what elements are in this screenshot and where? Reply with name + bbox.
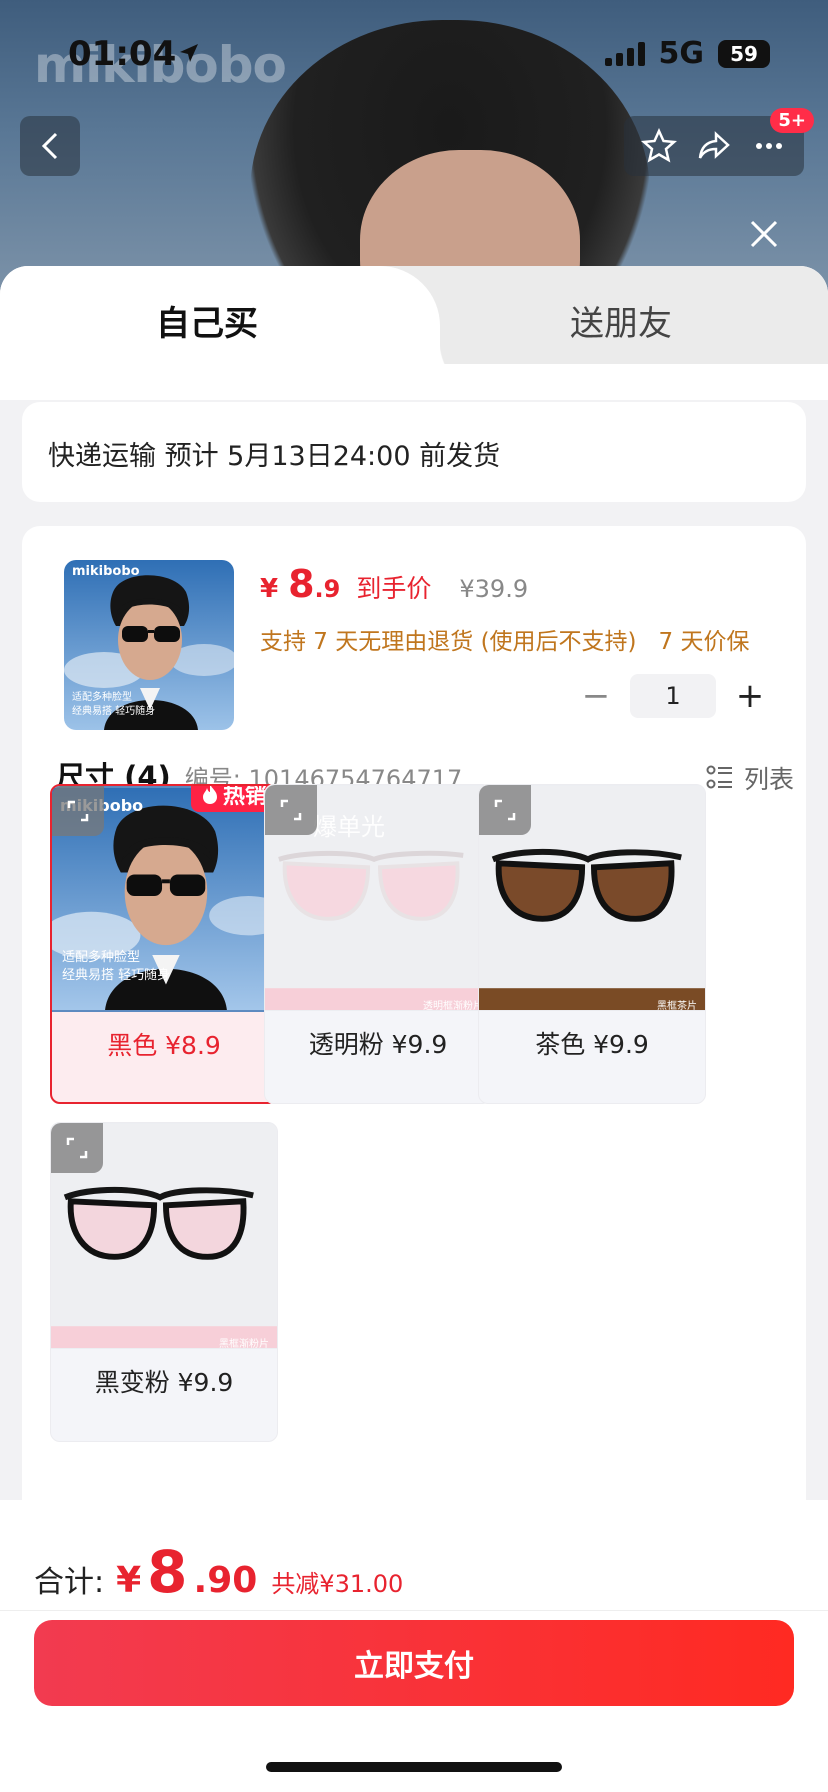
shipping-info: 快递运输 预计 5月13日24:00 前发货 [48,441,501,472]
message-count-badge: 5+ [770,108,814,133]
total-decimal: .90 [193,1560,258,1601]
price-protection: 7 天价保 [658,629,750,655]
total-row: 合计: ¥ 8 .90 共减¥31.00 [34,1538,403,1606]
location-arrow-icon [180,44,198,62]
quantity-stepper: − 1 + [576,674,770,718]
more-icon[interactable] [751,128,787,164]
expand-icon [280,799,302,821]
final-price-tag: 到手价 [356,574,432,603]
quantity-input[interactable]: 1 [630,674,716,718]
expand-button[interactable] [52,786,104,836]
thumbnail-logo: mikibobo [72,564,140,579]
back-button[interactable] [20,116,80,176]
checkout-footer: 合计: ¥ 8 .90 共减¥31.00 立即支付 [0,1500,828,1792]
option-strip-text: 黑框渐粉片 [219,1339,269,1350]
status-indicators: 5G 59 [604,36,770,71]
total-label: 合计: [34,1565,105,1600]
expand-button[interactable] [265,785,317,835]
pay-now-button[interactable]: 立即支付 [34,1620,794,1706]
thumbnail-caption: 适配多种脸型 [72,692,132,703]
price-row: ¥ 8 .9 到手价 ¥39.9 [260,562,528,606]
star-icon[interactable] [641,128,678,164]
watermark: 爆单光 [313,813,385,841]
product-thumbnail[interactable]: mikibobo 适配多种脸型 经典易搭 轻巧随身 [64,560,234,730]
close-icon[interactable] [744,214,784,254]
tab-gift-friend[interactable]: 送朋友 [570,296,672,345]
thumbnail-caption: 经典易搭 轻巧随身 [72,706,156,717]
service-guarantees: 支持 7 天无理由退货 (使用后不支持) 7 天价保 [260,622,749,656]
option-label: 茶色 ¥9.9 [535,1030,649,1059]
option-caption: 适配多种脸型 [62,950,141,965]
increase-button[interactable]: + [730,676,770,716]
list-label: 列表 [743,765,794,794]
expand-icon [67,800,89,822]
shipping-card: 快递运输 预计 5月13日24:00 前发货 [22,402,806,502]
price-integer: 8 [288,562,315,606]
option-label: 黑色 ¥8.9 [107,1031,221,1060]
home-indicator [266,1762,562,1772]
share-icon[interactable] [696,128,732,164]
price-currency: ¥ [260,574,279,604]
return-policy: 支持 7 天无理由退货 (使用后不支持) [260,629,637,655]
expand-icon [494,799,516,821]
option-transparent-pink[interactable]: 爆单光 透明框渐粉片 透明粉 ¥9.9 [264,784,492,1104]
decrease-button[interactable]: − [576,676,616,716]
list-view-toggle[interactable]: 列表 [706,760,794,796]
option-label: 黑变粉 ¥9.9 [94,1368,234,1397]
hot-label: 热销 [222,784,267,809]
expand-icon [66,1137,88,1159]
total-currency: ¥ [116,1560,142,1601]
tab-buy-self[interactable]: 自己买 [156,296,258,345]
network-type: 5G [658,36,705,71]
option-strip-text: 透明框渐粉片 [423,1001,483,1012]
option-black[interactable]: 适配多种脸型 经典易搭 轻巧随身 mikibobo 热销 黑色 ¥8.9 [50,784,278,1104]
option-strip-text: 黑框茶片 [657,1001,697,1012]
status-time: 01:04 [68,34,177,74]
list-icon [706,765,732,789]
expand-button[interactable] [479,785,531,835]
divider [0,1610,828,1611]
purchase-tabs: 自己买 送朋友 [0,266,828,400]
product-card: mikibobo 适配多种脸型 经典易搭 轻巧随身 ¥ 8 .9 到手价 ¥39… [22,526,806,1566]
option-caption: 经典易搭 轻巧随身 [62,968,171,983]
price-decimal: .9 [314,575,341,603]
chevron-left-icon [41,132,58,160]
battery-icon: 59 [718,39,770,68]
flame-icon [202,786,217,804]
expand-button[interactable] [51,1123,103,1173]
total-discount: 共减¥31.00 [271,1570,404,1598]
option-tea[interactable]: 黑框茶片 茶色 ¥9.9 [478,784,706,1104]
signal-icon [604,41,645,66]
total-integer: 8 [147,1538,188,1606]
option-label: 透明粉 ¥9.9 [308,1030,448,1059]
original-price: ¥39.9 [459,575,529,603]
option-black-pink[interactable]: 黑框渐粉片 黑变粉 ¥9.9 [50,1122,278,1442]
